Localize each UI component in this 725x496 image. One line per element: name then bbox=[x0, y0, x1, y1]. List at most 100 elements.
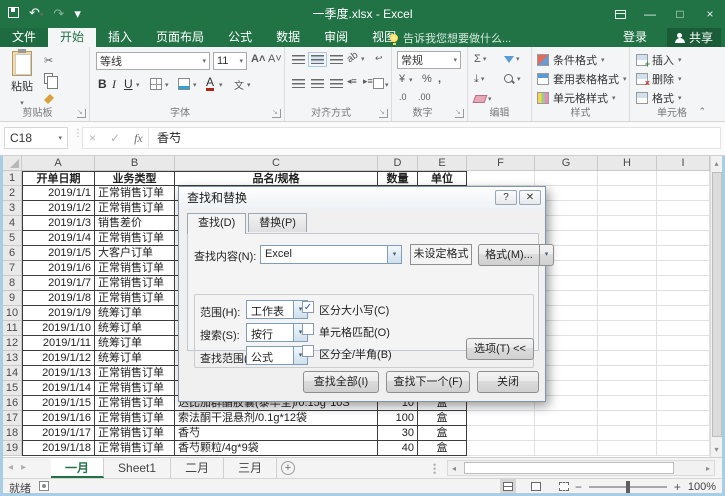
horizontal-scroll-thumb[interactable] bbox=[464, 462, 674, 474]
format-button[interactable]: 格式(M)...▾ bbox=[478, 244, 554, 266]
row-header-10[interactable]: 10 bbox=[3, 306, 22, 321]
cell-A1[interactable]: 开单日期 bbox=[22, 171, 95, 186]
cell-H4[interactable] bbox=[598, 216, 657, 231]
cell-H13[interactable] bbox=[598, 351, 657, 366]
cell-H18[interactable] bbox=[598, 426, 657, 441]
borders-caret-icon[interactable]: ▾ bbox=[165, 81, 169, 89]
match-width-checkbox[interactable] bbox=[302, 345, 314, 357]
zoom-level-label[interactable]: 100% bbox=[688, 481, 716, 493]
orientation-icon[interactable]: ab bbox=[345, 50, 360, 65]
cell-G18[interactable] bbox=[535, 426, 598, 441]
cell-I16[interactable] bbox=[657, 396, 710, 411]
cell-I19[interactable] bbox=[657, 441, 710, 456]
cell-D1[interactable]: 数量 bbox=[378, 171, 418, 186]
row-header-18[interactable]: 18 bbox=[3, 426, 22, 441]
collapse-ribbon-icon[interactable]: ⌃ bbox=[698, 106, 706, 117]
match-width-label[interactable]: 区分全/半角(B) bbox=[319, 346, 392, 362]
ribbon-tab-插入[interactable]: 插入 bbox=[96, 28, 144, 47]
fill-color-caret-icon[interactable]: ▾ bbox=[193, 81, 197, 89]
vertical-scroll-thumb[interactable] bbox=[712, 172, 722, 437]
row-header-12[interactable]: 12 bbox=[3, 336, 22, 351]
find-select-button[interactable]: ▾ bbox=[502, 71, 523, 87]
underline-button[interactable]: U bbox=[124, 77, 133, 91]
cell-H1[interactable] bbox=[598, 171, 657, 186]
font-color-icon[interactable]: A bbox=[206, 76, 214, 91]
sheet-nav-arrows[interactable]: ◂▸ bbox=[8, 462, 34, 473]
cell-H10[interactable] bbox=[598, 306, 657, 321]
search-combo[interactable]: 按行▾ bbox=[246, 323, 308, 342]
cell-H15[interactable] bbox=[598, 381, 657, 396]
cell-B16[interactable]: 正常销售订单 bbox=[95, 396, 175, 411]
cell-C1[interactable]: 品名/规格 bbox=[175, 171, 378, 186]
cell-A17[interactable]: 2019/1/16 bbox=[22, 411, 95, 426]
align-left-icon[interactable] bbox=[292, 79, 305, 88]
cell-I6[interactable] bbox=[657, 246, 710, 261]
cell-H11[interactable] bbox=[598, 321, 657, 336]
cell-H9[interactable] bbox=[598, 291, 657, 306]
column-header-B[interactable]: B bbox=[95, 156, 175, 171]
ribbon-display-options-icon[interactable] bbox=[605, 0, 635, 28]
row-header-14[interactable]: 14 bbox=[3, 366, 22, 381]
cell-H7[interactable] bbox=[598, 261, 657, 276]
borders-icon[interactable] bbox=[150, 78, 162, 90]
page-break-view-button[interactable] bbox=[556, 479, 572, 493]
dialog-help-icon[interactable]: ? bbox=[495, 190, 517, 205]
align-right-icon[interactable] bbox=[330, 79, 343, 88]
cell-A16[interactable]: 2019/1/15 bbox=[22, 396, 95, 411]
column-header-I[interactable]: I bbox=[657, 156, 710, 171]
bold-button[interactable]: B bbox=[98, 77, 107, 91]
font-name-combo[interactable]: 等线▾ bbox=[96, 52, 210, 70]
find-all-button[interactable]: 查找全部(I) bbox=[303, 371, 379, 393]
page-layout-view-button[interactable] bbox=[528, 479, 544, 493]
ribbon-tab-公式[interactable]: 公式 bbox=[216, 28, 264, 47]
zoom-in-icon[interactable]: + bbox=[674, 480, 681, 494]
scroll-left-icon[interactable]: ◂ bbox=[452, 464, 456, 473]
cell-A18[interactable]: 2019/1/17 bbox=[22, 426, 95, 441]
cell-I12[interactable] bbox=[657, 336, 710, 351]
comma-style-icon[interactable]: , bbox=[438, 73, 441, 85]
column-header-H[interactable]: H bbox=[598, 156, 657, 171]
zoom-slider-thumb[interactable] bbox=[626, 481, 630, 493]
row-header-11[interactable]: 11 bbox=[3, 321, 22, 336]
cell-B9[interactable]: 正常销售订单 bbox=[95, 291, 175, 306]
zoom-out-icon[interactable]: − bbox=[575, 480, 582, 494]
dialog-title[interactable]: 查找和替换 bbox=[179, 187, 545, 209]
cell-B1[interactable]: 业务类型 bbox=[95, 171, 175, 186]
cell-D19[interactable]: 40 bbox=[378, 441, 418, 456]
orientation-caret-icon[interactable]: ▾ bbox=[361, 55, 365, 63]
cell-F18[interactable] bbox=[467, 426, 535, 441]
cell-I18[interactable] bbox=[657, 426, 710, 441]
row-header-9[interactable]: 9 bbox=[3, 291, 22, 306]
cell-B11[interactable]: 统筹订单 bbox=[95, 321, 175, 336]
ribbon-tab-开始[interactable]: 开始 bbox=[48, 28, 96, 47]
cell-H3[interactable] bbox=[598, 201, 657, 216]
cell-F17[interactable] bbox=[467, 411, 535, 426]
column-header-F[interactable]: F bbox=[467, 156, 535, 171]
cell-I4[interactable] bbox=[657, 216, 710, 231]
fill-color-icon[interactable] bbox=[178, 78, 190, 90]
cell-B19[interactable]: 正常销售订单 bbox=[95, 441, 175, 456]
cell-E19[interactable]: 盒 bbox=[418, 441, 467, 456]
cell-H16[interactable] bbox=[598, 396, 657, 411]
cell-G17[interactable] bbox=[535, 411, 598, 426]
match-case-checkbox[interactable]: ✓ bbox=[302, 301, 314, 313]
cell-E17[interactable]: 盒 bbox=[418, 411, 467, 426]
percent-style-icon[interactable]: % bbox=[422, 73, 432, 85]
zoom-slider[interactable] bbox=[589, 486, 667, 488]
cell-B2[interactable]: 正常销售订单 bbox=[95, 186, 175, 201]
cell-A6[interactable]: 2019/1/5 bbox=[22, 246, 95, 261]
column-header-A[interactable]: A bbox=[22, 156, 95, 171]
increase-indent-icon[interactable]: ▸≡ bbox=[363, 76, 373, 87]
close-button[interactable]: × bbox=[695, 0, 725, 28]
options-button[interactable]: 选项(T) << bbox=[466, 338, 534, 360]
merge-center-icon[interactable] bbox=[373, 78, 384, 89]
cell-I14[interactable] bbox=[657, 366, 710, 381]
cell-I3[interactable] bbox=[657, 201, 710, 216]
cell-B12[interactable]: 统筹订单 bbox=[95, 336, 175, 351]
cell-A13[interactable]: 2019/1/12 bbox=[22, 351, 95, 366]
row-header-19[interactable]: 19 bbox=[3, 441, 22, 456]
shrink-font-icon[interactable]: A˅ bbox=[268, 53, 282, 65]
sort-filter-button[interactable]: ▾ bbox=[502, 51, 522, 67]
ribbon-tab-file[interactable]: 文件 bbox=[0, 28, 48, 47]
formula-input[interactable]: 香芍 bbox=[148, 127, 721, 149]
